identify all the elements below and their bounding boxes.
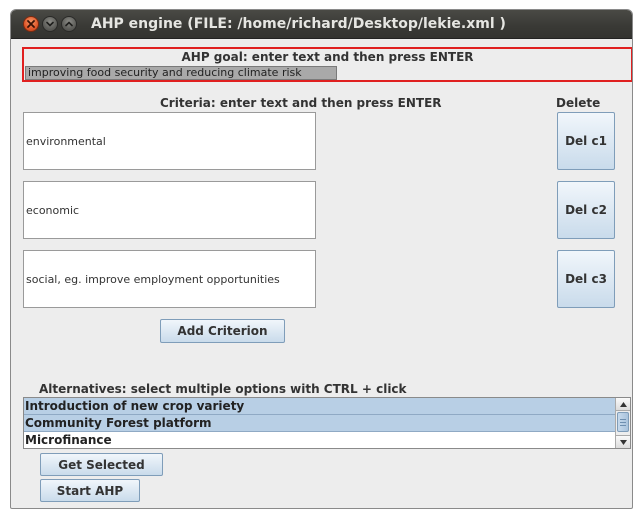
window-maximize-button[interactable] xyxy=(61,16,77,32)
goal-input[interactable]: improving food security and reducing cli… xyxy=(25,66,337,80)
title-bar[interactable]: AHP engine (FILE: /home/richard/Desktop/… xyxy=(11,10,632,39)
criteria-label: Criteria: enter text and then press ENTE… xyxy=(160,96,442,110)
criterion-2-input[interactable]: economic xyxy=(23,181,316,239)
delete-criterion-3-button[interactable]: Del c3 xyxy=(557,250,615,308)
close-icon xyxy=(27,20,35,28)
start-ahp-button[interactable]: Start AHP xyxy=(40,479,140,502)
goal-panel: AHP goal: enter text and then press ENTE… xyxy=(22,47,632,82)
list-item[interactable]: Introduction of new crop variety xyxy=(24,398,615,415)
scroll-thumb[interactable] xyxy=(617,412,629,432)
window-close-button[interactable] xyxy=(23,16,39,32)
alternatives-list[interactable]: Introduction of new crop variety Communi… xyxy=(23,397,631,449)
chevron-up-icon xyxy=(65,21,73,27)
arrow-up-icon xyxy=(619,401,627,407)
scroll-up-button[interactable] xyxy=(616,398,630,411)
list-item[interactable]: Community Forest platform xyxy=(24,415,615,432)
chevron-down-icon xyxy=(46,21,54,27)
get-selected-button[interactable]: Get Selected xyxy=(40,453,163,476)
list-item[interactable]: Microfinance xyxy=(24,432,615,448)
delete-header: Delete xyxy=(556,96,601,110)
delete-criterion-1-button[interactable]: Del c1 xyxy=(557,112,615,170)
arrow-down-icon xyxy=(619,439,627,445)
window-minimize-button[interactable] xyxy=(42,16,58,32)
add-criterion-button[interactable]: Add Criterion xyxy=(160,319,285,343)
alternatives-scrollbar[interactable] xyxy=(615,398,630,448)
ahp-engine-window: AHP engine (FILE: /home/richard/Desktop/… xyxy=(10,9,633,509)
window-title: AHP engine (FILE: /home/richard/Desktop/… xyxy=(91,16,506,32)
criterion-1-input[interactable]: environmental xyxy=(23,112,316,170)
alternatives-label: Alternatives: select multiple options wi… xyxy=(39,382,407,396)
scroll-down-button[interactable] xyxy=(616,435,630,448)
delete-criterion-2-button[interactable]: Del c2 xyxy=(557,181,615,239)
goal-label: AHP goal: enter text and then press ENTE… xyxy=(181,50,474,64)
criterion-3-input[interactable]: social, eg. improve employment opportuni… xyxy=(23,250,316,308)
